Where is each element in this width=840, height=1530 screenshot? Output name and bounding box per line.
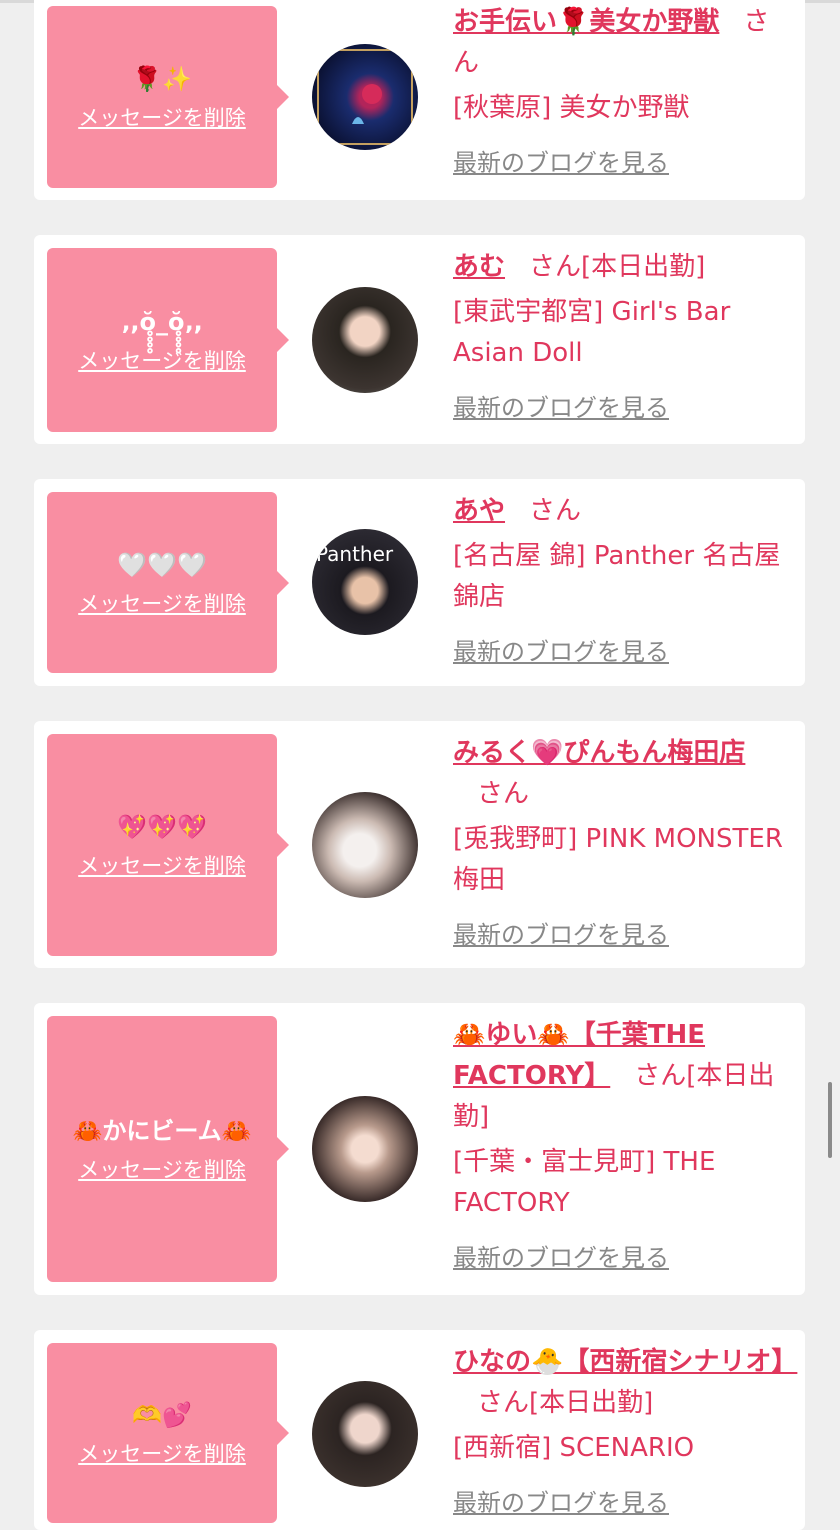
card-info: あや さん [名古屋 錦] Panther 名古屋錦店 最新のブログを見る <box>453 491 793 667</box>
message-card: 🌹✨ メッセージを削除 お手伝い🌹美女か野獣 さん [秋葉原] 美女か野獣 最新の… <box>34 0 805 200</box>
delete-message-link[interactable]: メッセージを削除 <box>78 850 246 880</box>
message-card: 🦀かにビーム🦀 メッセージを削除 🦀ゆい🦀【千葉THE FACTORY】 さん[本… <box>34 1003 805 1295</box>
blog-link[interactable]: 最新のブログを見る <box>453 1483 669 1518</box>
shop-text: [兎我野町] PINK MONSTER梅田 <box>453 824 783 895</box>
message-bubble: 🦀かにビーム🦀 メッセージを削除 <box>47 1016 289 1282</box>
blog-link[interactable]: 最新のブログを見る <box>453 1238 669 1273</box>
card-info: お手伝い🌹美女か野獣 さん [秋葉原] 美女か野獣 最新のブログを見る <box>453 2 793 178</box>
card-info: みるく💗ぴんもん梅田店さん [兎我野町] PINK MONSTER梅田 最新のブ… <box>453 733 793 950</box>
shop-text: [東武宇都宮] Girl's Bar Asian Doll <box>453 297 731 368</box>
shop-text: [千葉・富士見町] THE FACTORY <box>453 1147 716 1218</box>
name-link[interactable]: みるく💗ぴんもん梅田店 <box>453 738 745 768</box>
name-line: お手伝い🌹美女か野獣 さん <box>453 2 793 84</box>
shop-text: [西新宿] SCENARIO <box>453 1433 695 1463</box>
message-text: 🤍🤍🤍 <box>117 550 207 579</box>
status-text: [本日出勤] <box>581 252 706 282</box>
name-line: ひなの🐣【西新宿シナリオ】さん[本日出勤] <box>453 1342 797 1424</box>
avatar[interactable] <box>312 1096 418 1202</box>
avatar[interactable] <box>312 792 418 898</box>
delete-message-link[interactable]: メッセージを削除 <box>78 102 246 132</box>
message-bubble: ‚,ŏ̥̥̥̥_ŏ̥̥̥̥‚, メッセージを削除 <box>47 248 289 432</box>
name-line: 🦀ゆい🦀【千葉THE FACTORY】 さん[本日出勤] <box>453 1015 793 1138</box>
name-link[interactable]: ひなの🐣【西新宿シナリオ】 <box>453 1347 797 1377</box>
message-text: 🫶💕 <box>132 1401 192 1429</box>
blog-link[interactable]: 最新のブログを見る <box>453 632 669 667</box>
name-line: あや さん <box>453 491 793 532</box>
delete-message-link[interactable]: メッセージを削除 <box>78 345 246 375</box>
avatar[interactable]: Panther <box>312 529 418 635</box>
honorific: さん <box>529 496 582 526</box>
message-text: 🦀かにビーム🦀 <box>72 1117 252 1145</box>
name-line: あむ さん[本日出勤] <box>453 247 793 288</box>
message-card: 🤍🤍🤍 メッセージを削除 Panther あや さん [名古屋 錦] Panthe… <box>34 479 805 686</box>
svg-text:Panther: Panther <box>316 542 394 566</box>
delete-message-link[interactable]: メッセージを削除 <box>78 1438 246 1468</box>
name-link[interactable]: あむ <box>453 252 505 282</box>
avatar[interactable] <box>312 287 418 393</box>
card-info: あむ さん[本日出勤] [東武宇都宮] Girl's Bar Asian Doll… <box>453 247 793 423</box>
avatar[interactable] <box>312 44 418 150</box>
card-info: ひなの🐣【西新宿シナリオ】さん[本日出勤] [西新宿] SCENARIO 最新の… <box>453 1342 797 1518</box>
rose-image <box>317 49 413 145</box>
panther-logo-image: Panther <box>316 542 394 566</box>
blog-link[interactable]: 最新のブログを見る <box>453 915 669 950</box>
message-text: ‚,ŏ̥̥̥̥_ŏ̥̥̥̥‚, <box>121 308 203 336</box>
message-card: ‚,ŏ̥̥̥̥_ŏ̥̥̥̥‚, メッセージを削除 あむ さん[本日出勤] [東武宇… <box>34 235 805 444</box>
scrollbar-thumb[interactable] <box>828 1082 832 1158</box>
name-link[interactable]: あや <box>453 496 505 526</box>
blog-link[interactable]: 最新のブログを見る <box>453 388 669 423</box>
message-bubble: 🫶💕 メッセージを削除 <box>47 1343 289 1523</box>
name-link[interactable]: お手伝い🌹美女か野獣 <box>453 7 719 37</box>
message-text: 💖💖💖 <box>117 813 207 841</box>
honorific: さん <box>634 1061 687 1091</box>
message-text: 🌹✨ <box>132 65 192 93</box>
shop-text: [名古屋 錦] Panther 名古屋錦店 <box>453 541 781 612</box>
message-card: 🫶💕 メッセージを削除 ひなの🐣【西新宿シナリオ】さん[本日出勤] [西新宿] … <box>34 1330 805 1530</box>
avatar[interactable] <box>312 1381 418 1487</box>
message-bubble: 💖💖💖 メッセージを削除 <box>47 734 289 956</box>
message-bubble: 🌹✨ メッセージを削除 <box>47 6 289 188</box>
honorific: さん <box>477 1388 530 1418</box>
name-line: みるく💗ぴんもん梅田店さん <box>453 733 793 815</box>
card-info: 🦀ゆい🦀【千葉THE FACTORY】 さん[本日出勤] [千葉・富士見町] TH… <box>453 1015 793 1273</box>
message-card: 💖💖💖 メッセージを削除 みるく💗ぴんもん梅田店さん [兎我野町] PINK M… <box>34 721 805 968</box>
delete-message-link[interactable]: メッセージを削除 <box>78 1154 246 1184</box>
blog-link[interactable]: 最新のブログを見る <box>453 143 669 178</box>
honorific: さん <box>529 252 582 282</box>
message-bubble: 🤍🤍🤍 メッセージを削除 <box>47 492 289 673</box>
shop-text: [秋葉原] 美女か野獣 <box>453 93 690 123</box>
honorific: さん <box>477 779 530 809</box>
delete-message-link[interactable]: メッセージを削除 <box>78 588 246 618</box>
status-text: [本日出勤] <box>529 1388 654 1418</box>
